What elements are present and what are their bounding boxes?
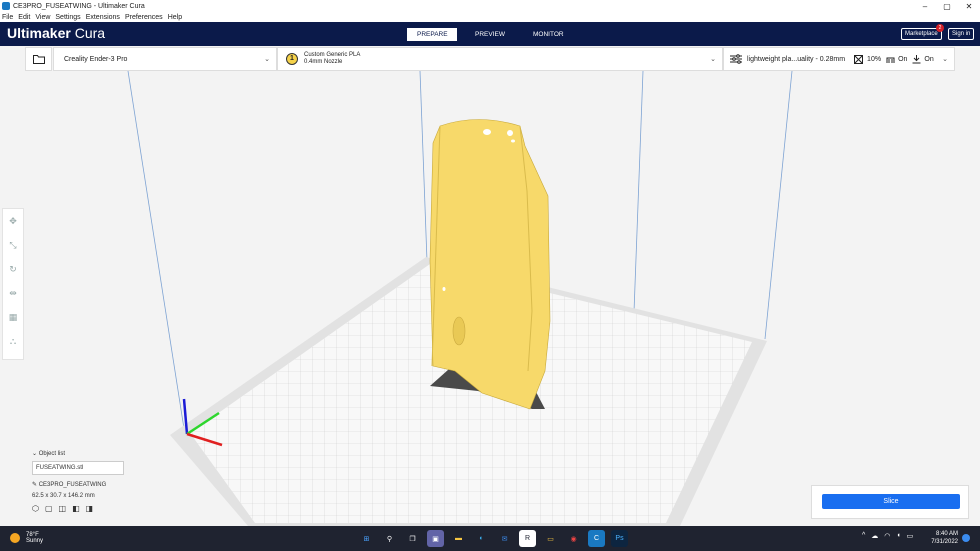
view-front-icon[interactable]: ▢ (45, 504, 53, 513)
cura-app-icon (2, 2, 10, 10)
per-model-settings-icon[interactable]: ▦ (3, 305, 23, 329)
mirror-tool-icon[interactable]: ⇹ (3, 281, 23, 305)
clock[interactable]: 8:40 AM 7/31/2022 (928, 530, 958, 546)
file-explorer-icon[interactable]: ▬ (450, 530, 467, 547)
window-title: CE3PRO_FUSEATWING - Ultimaker Cura (13, 2, 145, 10)
edge-icon[interactable]: ◐ (473, 530, 490, 547)
view-right-icon[interactable]: ◨ (86, 504, 94, 513)
nozzle-size: 0.4mm Nozzle (304, 59, 343, 65)
model-dimensions: 62.5 x 30.7 x 146.2 mm (32, 493, 95, 499)
printer-name: Creality Ender-3 Pro (64, 55, 128, 63)
build-plate-scene (127, 71, 793, 526)
app-header: Ultimaker Cura PREPARE PREVIEW MONITOR M… (0, 22, 980, 46)
system-tray: ^ ☁ ◠ ◖ ▭ (862, 532, 913, 540)
menu-bar: File Edit View Settings Extensions Prefe… (0, 12, 980, 22)
menu-preferences[interactable]: Preferences (125, 14, 163, 21)
tab-monitor[interactable]: MONITOR (523, 28, 573, 41)
taskbar-apps: ⊞ ⚲ ❐ ▣ ▬ ◐ ✉ R ▭ ◉ C Ps (358, 530, 628, 547)
menu-extensions[interactable]: Extensions (86, 14, 120, 21)
marketplace-badge: 2 (936, 24, 944, 32)
chevron-down-icon: ⌄ (710, 56, 716, 63)
adhesion-value: On (924, 55, 934, 63)
build-volume-edge (764, 71, 793, 340)
adhesion-icon (912, 54, 921, 63)
weather-condition: Sunny (26, 538, 44, 544)
sun-icon (10, 533, 20, 543)
view-3d-icon[interactable]: ⬡ (32, 504, 39, 513)
tool-panel: ✥ ⤡ ↻ ⇹ ▦ ⛬ (2, 208, 24, 360)
rotate-tool-icon[interactable]: ↻ (3, 257, 23, 281)
build-volume-edge (127, 71, 186, 436)
viewport-3d[interactable] (0, 71, 980, 526)
title-bar: CE3PRO_FUSEATWING - Ultimaker Cura – ▢ ✕ (0, 0, 980, 12)
tab-preview[interactable]: PREVIEW (465, 28, 515, 41)
extruder-badge: 1 (286, 53, 298, 65)
mail-icon[interactable]: ✉ (496, 530, 513, 547)
close-button[interactable]: ✕ (958, 2, 980, 11)
revit-icon[interactable]: R (519, 530, 536, 547)
build-volume-edge (419, 71, 428, 262)
chevron-down-icon: ⌄ (264, 56, 270, 63)
menu-file[interactable]: File (2, 14, 13, 21)
tab-prepare[interactable]: PREPARE (407, 28, 457, 41)
chrome-icon[interactable]: ◉ (565, 530, 582, 547)
open-file-button[interactable] (25, 47, 52, 71)
material-name: Custom Generic PLA (304, 52, 361, 58)
start-icon[interactable]: ⊞ (358, 530, 375, 547)
job-name[interactable]: ✎ CE3PRO_FUSEATWING (32, 481, 124, 488)
menu-edit[interactable]: Edit (18, 14, 30, 21)
weather-widget[interactable]: 78°F Sunny (10, 532, 43, 544)
settings-sliders-icon (730, 54, 742, 64)
support-value: On (898, 55, 908, 63)
volume-icon[interactable]: ◖ (896, 532, 900, 540)
minimize-button[interactable]: – (914, 2, 936, 11)
object-list-item[interactable]: FUSEATWING.stl (32, 461, 124, 475)
infill-value: 10% (867, 55, 882, 63)
object-list-panel: ⌄ Object list FUSEATWING.stl ✎ CE3PRO_FU… (32, 450, 124, 513)
slice-button[interactable]: Slice (822, 494, 960, 509)
scale-tool-icon[interactable]: ⤡ (3, 233, 23, 257)
search-icon[interactable]: ⚲ (381, 530, 398, 547)
folder-icon (32, 55, 45, 64)
view-top-icon[interactable]: ◫ (59, 504, 67, 513)
print-settings-selector[interactable]: lightweight pla...uality - 0.28mm 10% On… (723, 47, 955, 71)
battery-icon[interactable]: ▭ (907, 532, 914, 540)
folder-icon[interactable]: ▭ (542, 530, 559, 547)
brand-logo: Ultimaker Cura (7, 25, 106, 41)
cloud-icon[interactable]: ☁ (871, 532, 878, 540)
view-left-icon[interactable]: ◧ (72, 504, 80, 513)
chevron-up-icon[interactable]: ^ (862, 532, 865, 540)
material-selector[interactable]: 1 Custom Generic PLA 0.4mm Nozzle ⌄ (277, 47, 723, 71)
photoshop-icon[interactable]: Ps (611, 530, 628, 547)
cura-icon[interactable]: C (588, 530, 605, 547)
taskbar: 78°F Sunny ⊞ ⚲ ❐ ▣ ▬ ◐ ✉ R ▭ ◉ C Ps ^ ☁ … (0, 526, 980, 551)
support-icon (886, 57, 895, 63)
stage-tabs: PREPARE PREVIEW MONITOR (407, 28, 581, 41)
menu-settings[interactable]: Settings (55, 14, 80, 21)
action-panel: Slice (811, 485, 969, 519)
infill-icon (854, 54, 864, 64)
teams-icon[interactable]: ▣ (427, 530, 444, 547)
chevron-down-icon: ⌄ (942, 56, 948, 63)
profile-name: lightweight pla...uality - 0.28mm (747, 55, 846, 63)
maximize-button[interactable]: ▢ (936, 2, 958, 11)
task-view-icon[interactable]: ❐ (404, 530, 421, 547)
notification-icon[interactable] (962, 534, 970, 542)
model-fuseatwing (429, 119, 551, 410)
sign-in-button[interactable]: Sign in (948, 28, 975, 40)
menu-view[interactable]: View (35, 14, 50, 21)
wifi-icon[interactable]: ◠ (884, 532, 890, 540)
printer-selector[interactable]: Creality Ender-3 Pro ⌄ (53, 47, 277, 71)
support-blocker-icon[interactable]: ⛬ (3, 329, 23, 353)
object-list-header[interactable]: ⌄ Object list (32, 450, 124, 457)
menu-help[interactable]: Help (168, 14, 182, 21)
move-tool-icon[interactable]: ✥ (3, 209, 23, 233)
